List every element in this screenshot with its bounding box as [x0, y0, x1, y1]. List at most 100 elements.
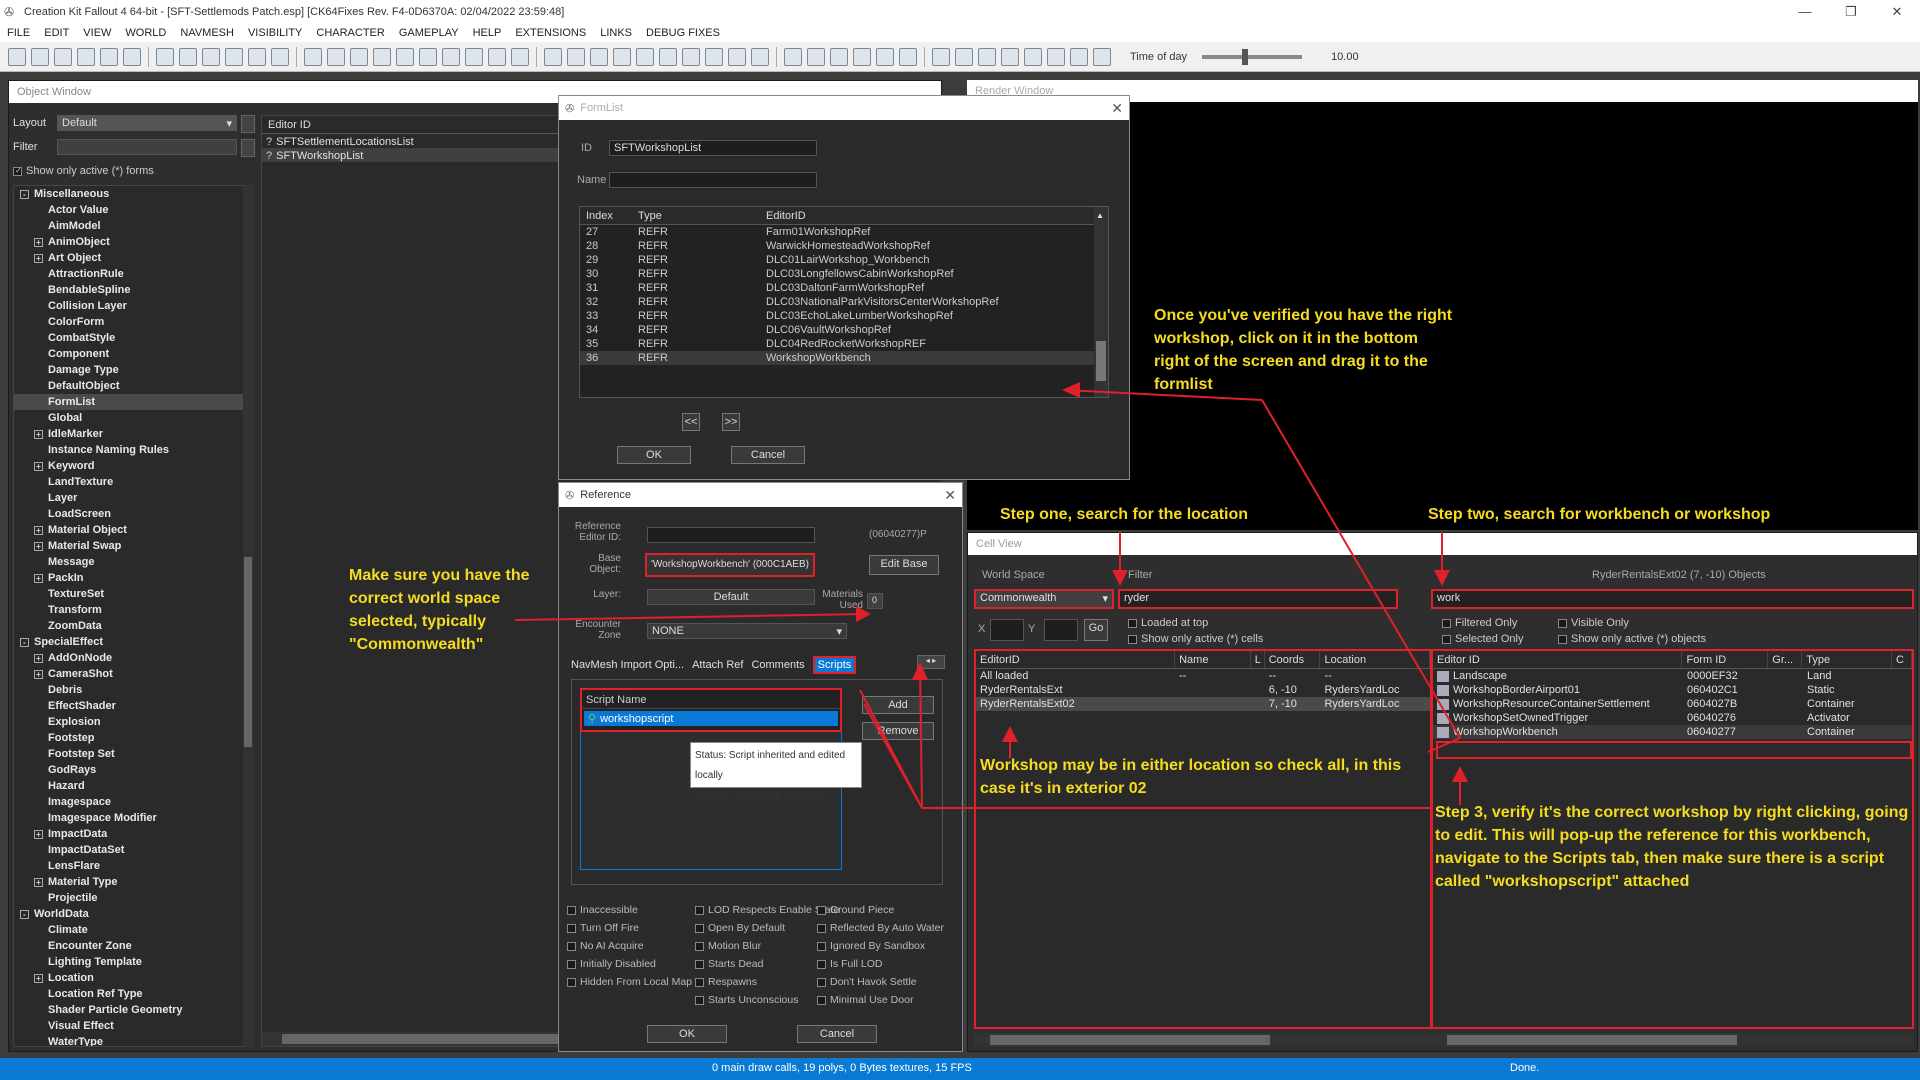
cell-col-coords[interactable]: Coords	[1265, 651, 1321, 668]
menu-item-character[interactable]: CHARACTER	[309, 27, 391, 39]
tree-item[interactable]: FormList	[14, 394, 252, 410]
obj-col-2[interactable]: Gr...	[1768, 651, 1803, 668]
expand-icon[interactable]: +	[34, 973, 43, 983]
col-index[interactable]: Index	[580, 207, 632, 224]
filtered-only[interactable]: Filtered Only	[1442, 615, 1523, 631]
toolbar-icon[interactable]	[225, 47, 243, 66]
tree-item[interactable]: - WorldData	[14, 906, 252, 922]
flag-checkbox-row[interactable]: Reflected By Auto Water	[817, 919, 944, 937]
toolbar-icon[interactable]	[899, 47, 917, 66]
toolbar-icon[interactable]	[488, 47, 506, 66]
expand-icon[interactable]: +	[34, 653, 43, 663]
reference-cancel-button[interactable]: Cancel	[797, 1025, 877, 1043]
tree-item[interactable]: Shader Particle Geometry	[14, 1002, 252, 1018]
object-row[interactable]: Landscape 0000EF32 Land	[1433, 669, 1912, 683]
toolbar-icon[interactable]	[544, 47, 562, 66]
tree-item[interactable]: - SpecialEffect	[14, 634, 252, 650]
tree-item[interactable]: LensFlare	[14, 858, 252, 874]
menu-item-navmesh[interactable]: NAVMESH	[173, 27, 241, 39]
show-active-objects[interactable]: Show only active (*) objects	[1558, 631, 1706, 647]
object-row[interactable]: WorkshopSetOwnedTrigger 06040276 Activator	[1433, 711, 1912, 725]
checkbox[interactable]	[567, 977, 576, 987]
formlist-row[interactable]: 36 REFR WorkshopWorkbench	[580, 351, 1108, 365]
flag-checkbox-row[interactable]: Hidden From Local Map	[567, 973, 692, 991]
tree-item[interactable]: + ImpactData	[14, 826, 252, 842]
toolbar-icon[interactable]	[419, 47, 437, 66]
tree-item[interactable]: Global	[14, 410, 252, 426]
checkbox[interactable]	[817, 923, 826, 933]
menu-item-file[interactable]: FILE	[0, 27, 37, 39]
toolbar-icon[interactable]	[853, 47, 871, 66]
collapse-icon[interactable]: -	[20, 637, 29, 647]
toolbar-icon[interactable]	[876, 47, 894, 66]
scroll-up-icon[interactable]: ▲	[1096, 211, 1104, 220]
tree-item[interactable]: LandTexture	[14, 474, 252, 490]
toolbar-icon[interactable]	[327, 47, 345, 66]
toolbar-icon[interactable]	[567, 47, 585, 66]
expand-icon[interactable]: +	[34, 877, 43, 887]
object-row[interactable]: WorkshopWorkbench 06040277 Container	[1433, 725, 1912, 739]
tree-item[interactable]: + Material Swap	[14, 538, 252, 554]
checkbox[interactable]	[695, 977, 704, 987]
tree-item[interactable]: + Location	[14, 970, 252, 986]
close-icon[interactable]: ✕	[1111, 100, 1123, 117]
formlist-scrollbar[interactable]: ▲	[1094, 207, 1108, 397]
edit-base-button[interactable]: Edit Base	[869, 555, 939, 575]
tree-item[interactable]: Hazard	[14, 778, 252, 794]
col-editorid[interactable]: EditorID	[760, 207, 806, 224]
formlist-row[interactable]: 29 REFR DLC01LairWorkshop_Workbench	[580, 253, 1108, 267]
toolbar-icon[interactable]	[271, 47, 289, 66]
loaded-at-top[interactable]: Loaded at top	[1128, 615, 1263, 631]
tree-item[interactable]: Instance Naming Rules	[14, 442, 252, 458]
tree-item[interactable]: Collision Layer	[14, 298, 252, 314]
cell-col-editorid[interactable]: EditorID	[976, 651, 1176, 668]
toolbar-icon[interactable]	[784, 47, 802, 66]
toolbar-icon[interactable]	[179, 47, 197, 66]
tree-item[interactable]: Component	[14, 346, 252, 362]
go-button[interactable]: Go	[1084, 619, 1108, 641]
tree-item[interactable]: ImpactDataSet	[14, 842, 252, 858]
formlist-row[interactable]: 33 REFR DLC03EchoLakeLumberWorkshopRef	[580, 309, 1108, 323]
checkbox[interactable]	[695, 941, 704, 951]
tree-item[interactable]: WaterType	[14, 1034, 252, 1046]
toolbar-icon[interactable]	[396, 47, 414, 66]
tree-item[interactable]: + Art Object	[14, 250, 252, 266]
expand-icon[interactable]: +	[34, 429, 43, 439]
formlist-row[interactable]: 31 REFR DLC03DaltonFarmWorkshopRef	[580, 281, 1108, 295]
menu-item-help[interactable]: HELP	[466, 27, 509, 39]
obj-col-3[interactable]: Type	[1802, 651, 1893, 668]
expand-icon[interactable]: +	[34, 541, 43, 551]
menu-item-world[interactable]: WORLD	[118, 27, 173, 39]
toolbar-icon[interactable]	[1093, 47, 1111, 66]
minimize-button[interactable]: —	[1782, 4, 1828, 20]
tree-item[interactable]: CombatStyle	[14, 330, 252, 346]
tree-item[interactable]: ZoomData	[14, 618, 252, 634]
formlist-name-input[interactable]	[609, 172, 817, 188]
filtered-only-checkbox[interactable]	[1442, 618, 1451, 628]
tree-item[interactable]: Actor Value	[14, 202, 252, 218]
layout-dropdown[interactable]: Default ▾	[57, 115, 237, 131]
tree-item[interactable]: AttractionRule	[14, 266, 252, 282]
tree-item[interactable]: Projectile	[14, 890, 252, 906]
tree-item[interactable]: Message	[14, 554, 252, 570]
tree-item[interactable]: Damage Type	[14, 362, 252, 378]
cell-col-name[interactable]: Name	[1175, 651, 1251, 668]
tree-item[interactable]: Transform	[14, 602, 252, 618]
menu-item-gameplay[interactable]: GAMEPLAY	[392, 27, 466, 39]
time-of-day-slider[interactable]	[1202, 48, 1303, 65]
toolbar-icon[interactable]	[830, 47, 848, 66]
obj-col-1[interactable]: Form ID	[1682, 651, 1769, 668]
tree-item[interactable]: - Miscellaneous	[14, 186, 252, 202]
tree-item[interactable]: Visual Effect	[14, 1018, 252, 1034]
cell-row[interactable]: All loaded -- -- --	[976, 669, 1430, 683]
toolbar-icon[interactable]	[350, 47, 368, 66]
checkbox[interactable]	[817, 959, 826, 969]
object-hscrollbar[interactable]	[1431, 1033, 1914, 1047]
toolbar-icon[interactable]	[442, 47, 460, 66]
menu-item-visibility[interactable]: VISIBILITY	[241, 27, 309, 39]
cell-row[interactable]: RyderRentalsExt02 7, -10 RydersYardLoc	[976, 697, 1430, 711]
checkbox[interactable]	[695, 905, 704, 915]
menu-item-extensions[interactable]: EXTENSIONS	[508, 27, 593, 39]
x-input[interactable]	[990, 619, 1024, 641]
menu-item-view[interactable]: VIEW	[76, 27, 118, 39]
